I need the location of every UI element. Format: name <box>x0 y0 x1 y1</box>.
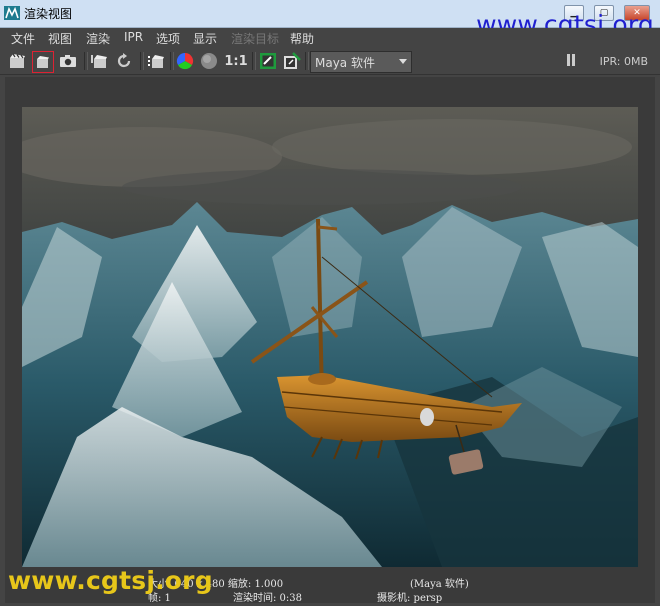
chevron-down-icon <box>399 59 407 64</box>
toolbar-separator <box>84 52 88 70</box>
render-viewport[interactable]: 大小: 640 x 480 缩放: 1.000 (Maya 软件) 帧: 1 渲… <box>5 77 655 604</box>
menu-ipr[interactable]: IPR <box>124 30 143 44</box>
ipr-memory-status: IPR: 0MB <box>599 55 648 68</box>
window-title: 渲染视图 <box>24 7 73 21</box>
toolbar-separator <box>140 52 144 70</box>
camera-info: 摄影机: persp <box>377 593 443 604</box>
renderer-info: (Maya 软件) <box>410 579 469 590</box>
watermark-bottom: www.cgtsj.org <box>8 566 213 595</box>
render-region-icon <box>37 56 49 68</box>
render-frame-icon <box>10 53 25 68</box>
rendered-image <box>22 107 638 567</box>
alpha-channel-button[interactable] <box>199 51 219 71</box>
toolbar-separator <box>170 52 174 70</box>
menu-options[interactable]: 选项 <box>156 30 180 47</box>
alpha-channel-icon <box>201 53 217 69</box>
menu-render-target: 渲染目标 <box>231 32 280 46</box>
keep-image-icon <box>260 53 276 69</box>
pause-icon[interactable] <box>566 54 576 66</box>
menu-view[interactable]: 视图 <box>48 30 72 47</box>
ipr-render-button[interactable] <box>90 51 110 71</box>
refresh-button[interactable] <box>114 51 134 71</box>
remove-image-icon <box>284 52 301 69</box>
menu-display[interactable]: 显示 <box>193 30 217 47</box>
render-time-info: 渲染时间: 0:38 <box>233 593 303 604</box>
snapshot-icon <box>60 55 76 67</box>
menu-file[interactable]: 文件 <box>11 30 35 47</box>
ipr-render-icon <box>91 55 107 68</box>
rgb-channel-button[interactable] <box>175 51 195 71</box>
renderer-select[interactable]: Maya 软件 <box>310 51 412 73</box>
snapshot-button[interactable] <box>58 51 78 71</box>
render-view-window: 渲染视图 ▁ ▢ ✕ www.cgtsj.org 文件 视图 渲染 IPR 选项… <box>0 0 660 606</box>
menu-render[interactable]: 渲染 <box>86 30 110 47</box>
remove-image-button[interactable] <box>282 51 302 71</box>
render-region-button[interactable] <box>32 51 54 73</box>
refresh-icon <box>117 53 131 68</box>
ratio-one-to-one-button[interactable]: 1:1 <box>224 51 248 71</box>
render-sequence-icon <box>148 55 164 68</box>
renderer-select-value: Maya 软件 <box>315 56 375 70</box>
rgb-channel-icon <box>176 52 194 70</box>
render-frame-button[interactable] <box>8 51 28 71</box>
render-sequence-button[interactable] <box>146 51 166 71</box>
ratio-one-to-one-label: 1:1 <box>224 53 248 69</box>
keep-image-button[interactable] <box>258 51 278 71</box>
menu-bar: 文件 视图 渲染 IPR 选项 显示 渲染目标 帮助 <box>0 28 660 48</box>
toolbar: 1:1 Maya 软件 IPR: 0MB <box>0 48 660 75</box>
toolbar-separator <box>305 52 309 70</box>
toolbar-separator <box>252 52 256 70</box>
menu-help[interactable]: 帮助 <box>290 30 314 47</box>
maya-app-icon <box>4 6 20 20</box>
